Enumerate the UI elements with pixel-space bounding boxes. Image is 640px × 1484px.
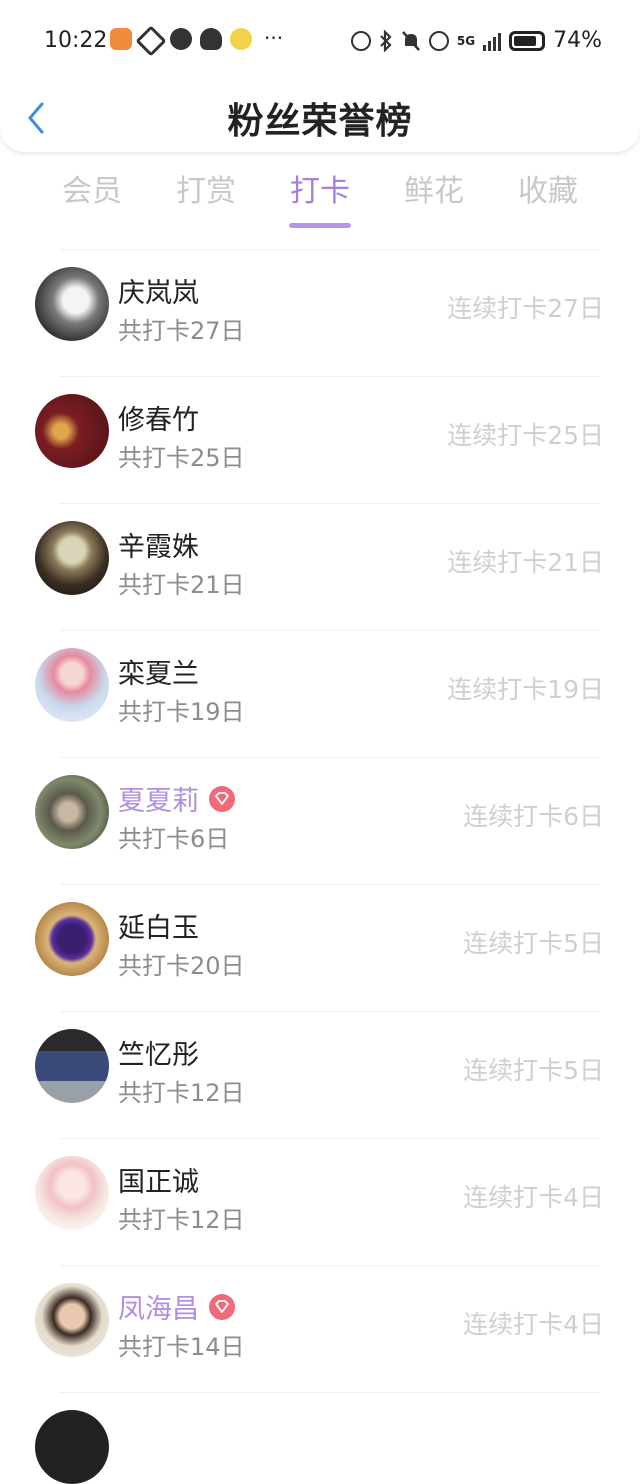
tab-tipping[interactable]: 打赏 (161, 168, 251, 228)
user-name-text: 修春竹 (118, 405, 199, 436)
avatar[interactable] (35, 521, 109, 595)
page-title: 粉丝荣誉榜 (227, 101, 413, 142)
avatar[interactable] (35, 902, 109, 976)
active-tab-indicator (289, 223, 351, 228)
streak-checkins: 连续打卡4日 (463, 1183, 604, 1212)
list-item[interactable]: 延白玉 共打卡20日 连续打卡5日 (0, 884, 640, 1011)
diamond-badge-icon (209, 785, 235, 812)
tab-favorites[interactable]: 收藏 (503, 168, 593, 228)
user-name: 辛霞姝 (118, 525, 199, 564)
total-checkins: 共打卡21日 (118, 571, 245, 599)
total-checkins: 共打卡14日 (118, 1333, 245, 1361)
list-item[interactable] (0, 1392, 640, 1484)
user-name-text: 夏夏莉 (118, 786, 199, 817)
tab-checkin[interactable]: 打卡 (275, 168, 365, 228)
list-item[interactable]: 栾夏兰 共打卡19日 连续打卡19日 (0, 630, 640, 757)
status-time: 10:22 (44, 28, 108, 53)
streak-checkins: 连续打卡5日 (463, 929, 604, 958)
avatar[interactable] (35, 648, 109, 722)
system-icons: 5G 74% (350, 28, 602, 53)
tab-membership[interactable]: 会员 (47, 168, 137, 228)
list-item[interactable]: 凤海昌 共打卡14日 连续打卡4日 (0, 1265, 640, 1392)
user-name: 栾夏兰 (118, 652, 199, 691)
list-item[interactable]: 庆岚岚 共打卡27日 连续打卡27日 (0, 249, 640, 376)
avatar[interactable] (35, 1283, 109, 1357)
streak-checkins: 连续打卡27日 (447, 294, 604, 323)
list-item[interactable]: 国正诚 共打卡12日 连续打卡4日 (0, 1138, 640, 1265)
total-checkins: 共打卡20日 (118, 952, 245, 980)
streak-checkins: 连续打卡21日 (447, 548, 604, 577)
user-name-text: 延白玉 (118, 913, 199, 944)
user-name: 修春竹 (118, 398, 199, 437)
user-name-text: 竺忆彤 (118, 1040, 199, 1071)
avatar[interactable] (35, 394, 109, 468)
total-checkins: 共打卡12日 (118, 1079, 245, 1107)
wechat-icon (170, 28, 192, 50)
user-name-text: 栾夏兰 (118, 659, 199, 690)
tab-flowers[interactable]: 鲜花 (389, 168, 479, 228)
taobao-icon (110, 28, 132, 50)
bluetooth-icon (380, 29, 392, 52)
hd-call-icon (428, 30, 449, 51)
diamond-badge-icon (209, 1293, 235, 1320)
user-name-text: 凤海昌 (118, 1294, 199, 1325)
user-name: 延白玉 (118, 906, 199, 945)
total-checkins: 共打卡19日 (118, 698, 245, 726)
user-name: 凤海昌 (118, 1287, 235, 1326)
status-bar: 10:22 ··· 5G 74% (0, 0, 640, 82)
battery-percent: 74% (553, 28, 602, 53)
signal-icon (483, 31, 502, 51)
streak-checkins: 连续打卡4日 (463, 1310, 604, 1339)
user-name: 夏夏莉 (118, 779, 235, 818)
battery-icon (509, 30, 546, 51)
avatar[interactable] (35, 1029, 109, 1103)
streak-checkins: 连续打卡25日 (447, 421, 604, 450)
avatar[interactable] (35, 1410, 109, 1484)
list-item[interactable]: 修春竹 共打卡25日 连续打卡25日 (0, 376, 640, 503)
streak-checkins: 连续打卡6日 (463, 802, 604, 831)
user-name: 竺忆彤 (118, 1033, 199, 1072)
total-checkins: 共打卡27日 (118, 317, 245, 345)
user-name-text: 庆岚岚 (118, 278, 199, 309)
wings-app-icon (135, 25, 167, 57)
list-item[interactable]: 竺忆彤 共打卡12日 连续打卡5日 (0, 1011, 640, 1138)
fan-ranking-list: 庆岚岚 共打卡27日 连续打卡27日 修春竹 共打卡25日 连续打卡25日 辛霞… (0, 249, 640, 1484)
user-name-text: 国正诚 (118, 1167, 199, 1198)
list-item[interactable]: 辛霞姝 共打卡21日 连续打卡21日 (0, 503, 640, 630)
weather-app-icon (230, 28, 252, 50)
total-checkins: 共打卡25日 (118, 444, 245, 472)
user-name-text: 辛霞姝 (118, 532, 199, 563)
streak-checkins: 连续打卡19日 (447, 675, 604, 704)
user-name: 国正诚 (118, 1160, 199, 1199)
mute-icon (401, 30, 420, 51)
more-dots-icon: ··· (264, 26, 284, 50)
avatar[interactable] (35, 267, 109, 341)
user-name: 庆岚岚 (118, 271, 199, 310)
avatar[interactable] (35, 1156, 109, 1230)
total-checkins: 共打卡6日 (118, 825, 230, 853)
list-item[interactable]: 夏夏莉 共打卡6日 连续打卡6日 (0, 757, 640, 884)
avatar[interactable] (35, 775, 109, 849)
network-type: 5G (456, 33, 476, 48)
qq-icon (200, 28, 222, 50)
alarm-icon (350, 30, 371, 51)
app-header: 10:22 ··· 5G 74% 粉丝荣誉榜 (0, 0, 640, 153)
streak-checkins: 连续打卡5日 (463, 1056, 604, 1085)
total-checkins: 共打卡12日 (118, 1206, 245, 1234)
notification-icons: ··· (110, 25, 284, 57)
